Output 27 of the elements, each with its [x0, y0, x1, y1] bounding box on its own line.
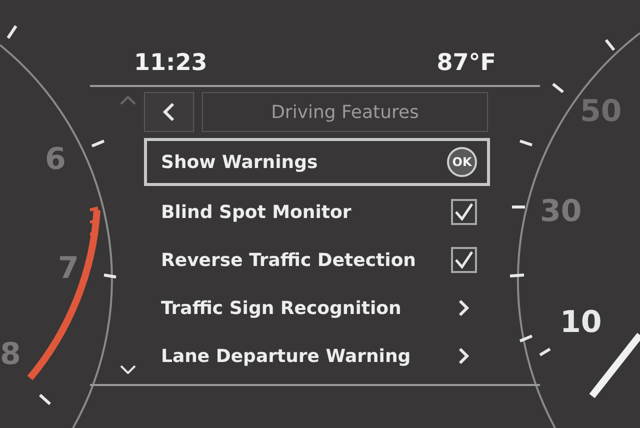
gauge-number: 8: [0, 340, 21, 370]
menu-item-label: Show Warnings: [161, 150, 318, 174]
checkbox[interactable]: [451, 199, 477, 225]
chevron-right-icon: [458, 299, 469, 317]
back-button[interactable]: [144, 92, 194, 132]
scroll-up-icon: [120, 96, 136, 105]
gauge-number: 30: [540, 197, 582, 227]
menu-item-label: Blind Spot Monitor: [161, 200, 352, 224]
scroll-down-icon: [120, 365, 136, 374]
gauge-number: 7: [58, 254, 79, 284]
clock-time: 11:23: [134, 48, 208, 78]
ok-badge: OK: [447, 147, 477, 177]
chevron-left-icon: [163, 102, 175, 122]
menu-item[interactable]: Reverse Traffic Detection: [144, 236, 490, 284]
menu-item-label: Traffic Sign Recognition: [161, 296, 402, 320]
gauge-number: 6: [45, 145, 66, 175]
menu-item[interactable]: Show Warnings OK: [144, 138, 490, 186]
menu-item[interactable]: Blind Spot Monitor: [144, 188, 490, 236]
gauge-number: 10: [560, 308, 602, 338]
checkbox[interactable]: [451, 247, 477, 273]
outside-temperature: 87°F: [436, 48, 496, 78]
menu-item[interactable]: Traffic Sign Recognition: [144, 284, 490, 332]
chevron-right-icon: [458, 347, 469, 365]
menu-title: Driving Features: [202, 92, 488, 132]
menu-item-label: Reverse Traffic Detection: [161, 248, 416, 272]
menu-item-label: Lane Departure Warning: [161, 344, 411, 368]
menu-item[interactable]: Lane Departure Warning: [144, 332, 490, 380]
